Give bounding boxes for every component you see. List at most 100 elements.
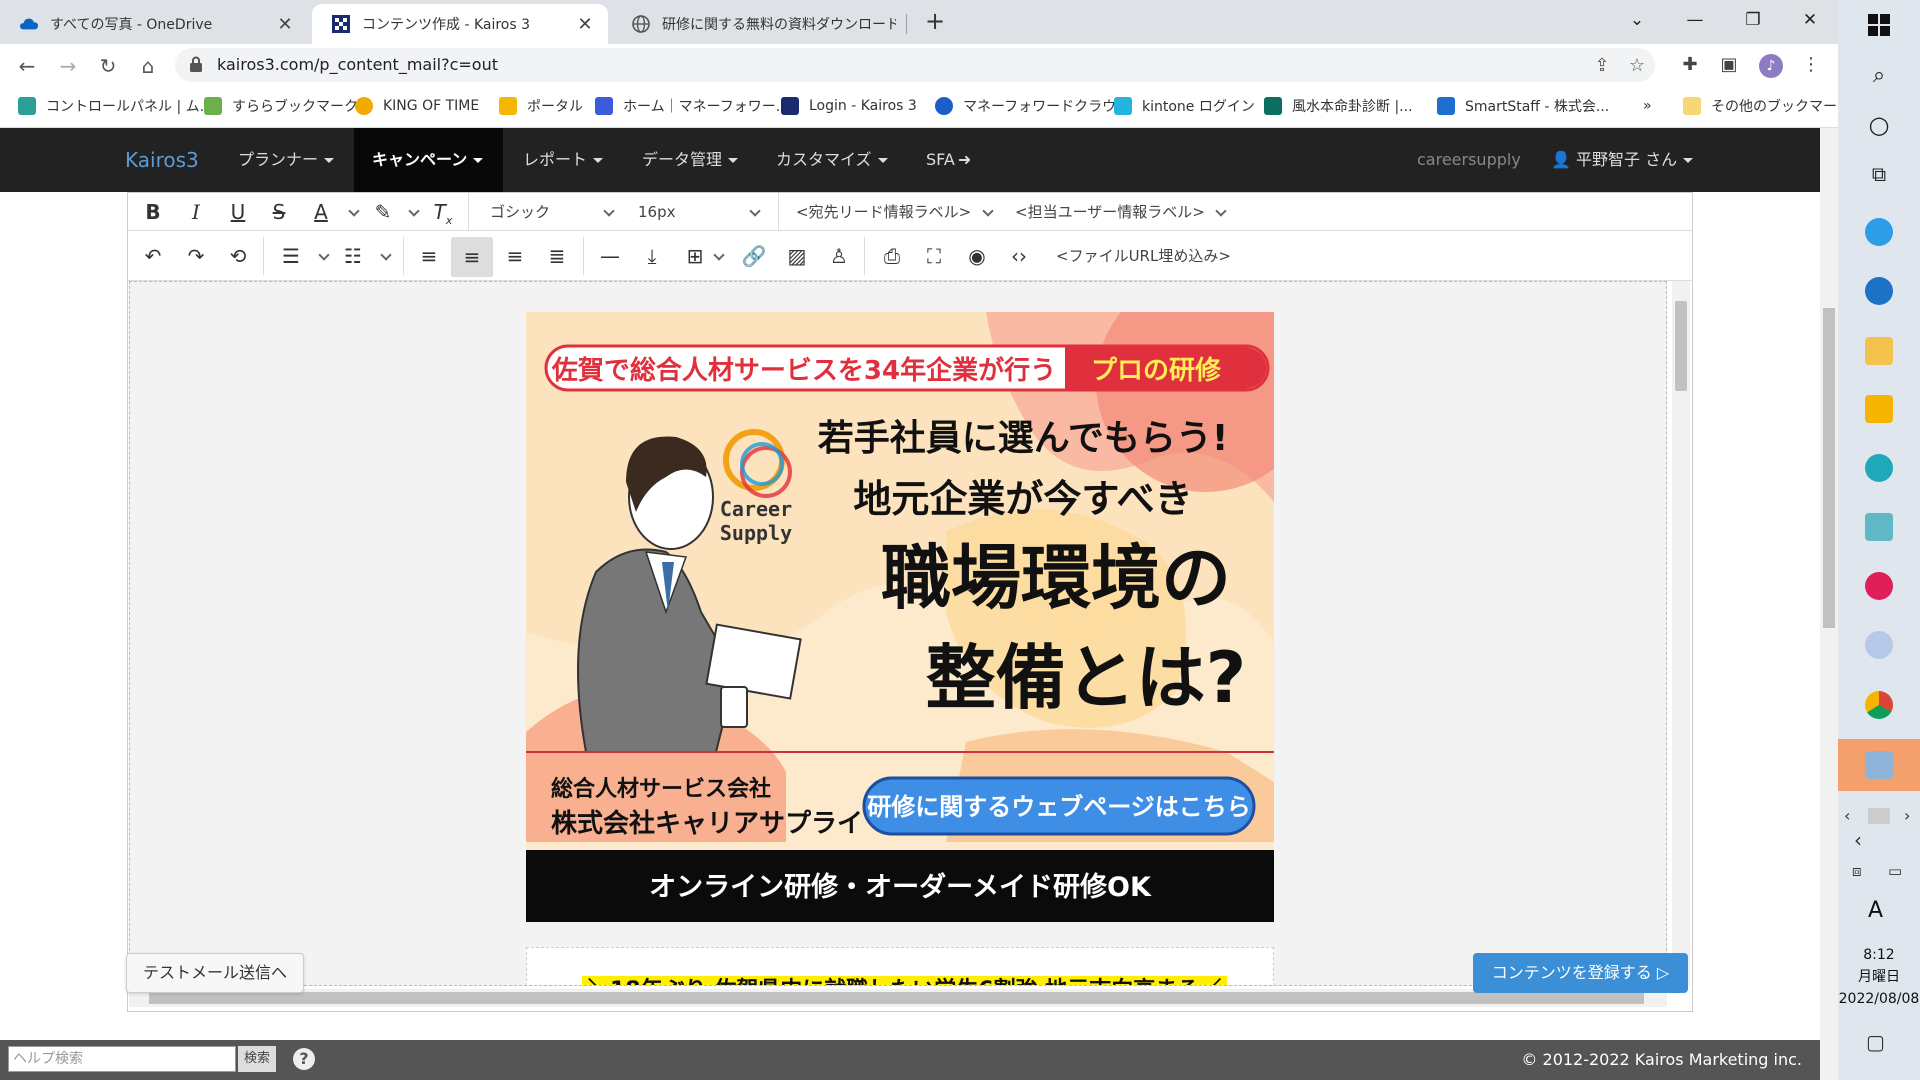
tab-close-icon[interactable]: ✕ [574,14,596,35]
nav-data-management[interactable]: データ管理 [624,128,756,192]
help-search-button[interactable]: 検索 [238,1046,276,1072]
menu-icon[interactable]: ⋮ [1798,52,1824,78]
font-family-select[interactable]: ゴシック [490,197,610,227]
side-panel-icon[interactable]: ▣ [1716,52,1742,78]
reload-icon[interactable]: ↻ [94,52,122,80]
bookmark-item[interactable]: ポータル [499,86,583,126]
file-explorer-icon[interactable] [1858,388,1900,430]
clear-format-icon[interactable]: Tx [428,197,458,227]
close-window-icon[interactable]: ✕ [1790,4,1830,36]
other-bookmarks-folder[interactable]: その他のブックマーク [1683,86,1851,126]
align-left-icon[interactable]: ≡ [414,241,444,271]
meet-now-icon[interactable]: ⧈ [1852,862,1862,880]
chevron-left-icon[interactable]: ‹ [1854,828,1862,852]
nav-campaign[interactable]: キャンペーン [354,128,503,192]
nav-sfa[interactable]: SFA ➜ [908,128,989,192]
chevron-down-icon[interactable] [348,205,360,217]
app-icon-blue[interactable] [1858,270,1900,312]
nav-customize[interactable]: カスタマイズ [758,128,906,192]
bookmark-item[interactable]: マネーフォワードクラウド [935,86,1130,126]
cortana-icon[interactable]: ○ [1858,104,1900,146]
windows-start-icon[interactable] [1858,4,1900,46]
bookmark-item[interactable]: SmartStaff - 株式会... [1437,86,1609,126]
battery-icon[interactable]: ▭ [1888,862,1902,880]
scrollbar-thumb[interactable] [1675,301,1687,391]
extensions-icon[interactable]: ✚ [1677,52,1703,78]
editor-canvas[interactable]: 佐賀で総合人材サービスを34年企業が行う プロの研修 Career Supply… [129,281,1667,986]
user-menu[interactable]: 👤 平野智子 さん [1551,128,1694,192]
profile-avatar[interactable]: ♪ [1758,52,1784,78]
bold-icon[interactable]: B [138,197,168,227]
tab-training-download[interactable]: 研修に関する無料の資料ダウンロード [612,4,908,44]
chevron-down-icon[interactable] [380,249,392,261]
fullscreen-icon[interactable]: ⛶ [919,241,949,271]
taskbar-scroll-thumb[interactable] [1868,808,1890,824]
back-icon[interactable]: ← [13,52,41,80]
home-icon[interactable]: ⌂ [134,52,162,80]
insert-icon[interactable]: ⤓ [637,241,667,271]
internet-explorer-icon[interactable] [1858,211,1900,253]
address-bar[interactable]: kairos3.com/p_content_mail?c=out ⇪ ☆ [175,48,1655,82]
share-icon[interactable]: ⇪ [1591,55,1613,77]
scrollbar-thumb[interactable] [1823,308,1835,628]
highlight-icon[interactable]: ✎ [368,197,398,227]
app-icon-teal[interactable] [1858,506,1900,548]
print-icon[interactable]: ⎙ [877,241,907,271]
tab-search-icon[interactable]: ⌄ [1617,4,1657,36]
font-color-icon[interactable]: A [306,197,336,227]
image-icon[interactable]: ▨ [782,241,812,271]
scroll-right-icon[interactable]: › [1904,806,1910,825]
chevron-down-icon[interactable] [713,249,725,261]
underline-icon[interactable]: U [223,197,253,227]
active-app-icon[interactable] [1838,739,1920,791]
italic-icon[interactable]: I [181,197,211,227]
chevron-down-icon[interactable] [408,205,420,217]
notification-icon[interactable]: ▢ [1866,1030,1885,1054]
table-icon[interactable]: ⊞ [680,241,710,271]
horizontal-rule-icon[interactable]: — [595,241,625,271]
undo-icon[interactable]: ↶ [138,241,168,271]
search-icon[interactable]: ⌕ [1858,54,1900,96]
align-right-icon[interactable]: ≡ [500,241,530,271]
help-search-input[interactable]: ヘルプ検索 [8,1046,236,1072]
scrollbar-thumb[interactable] [149,992,1644,1004]
link-icon[interactable]: 🔗 [739,241,769,271]
test-mail-button[interactable]: テストメール送信へ [126,953,304,993]
nav-report[interactable]: レポート [505,128,621,192]
paint-icon[interactable] [1858,624,1900,666]
edge-icon[interactable] [1858,447,1900,489]
tab-close-icon[interactable]: ✕ [274,14,296,35]
bookmark-item[interactable]: コントロールパネル | ム... [18,86,213,126]
taskbar-clock[interactable]: 8:12 月曜日 2022/08/08 [1838,944,1920,1010]
bookmark-star-icon[interactable]: ☆ [1626,55,1648,77]
history-icon[interactable]: ⟲ [223,241,253,271]
chevron-down-icon[interactable] [749,205,761,217]
bookmark-item[interactable]: 風水本命卦診断 |... [1264,86,1413,126]
lock-icon[interactable] [189,56,203,72]
align-justify-icon[interactable]: ≣ [542,241,572,271]
onedrive-folder-icon[interactable] [1858,330,1900,372]
account-name[interactable]: careersupply [1417,128,1521,192]
bookmark-item[interactable]: KING OF TIME [355,86,479,126]
tab-kairos-content[interactable]: コンテンツ作成 - Kairos 3 ✕ [312,4,608,44]
strikethrough-icon[interactable]: S [264,197,294,227]
lead-info-label-select[interactable]: <宛先リード情報ラベル> [796,197,971,227]
file-url-embed[interactable]: <ファイルURL埋め込み> [1056,241,1231,271]
stamp-icon[interactable]: ♙ [824,241,854,271]
bookmark-item[interactable]: kintone ログイン [1114,86,1255,126]
editor-vertical-scrollbar[interactable] [1672,281,1690,986]
redo-icon[interactable]: ↷ [181,241,211,271]
new-tab-button[interactable]: + [920,6,950,36]
align-center-icon[interactable]: ≡ [451,237,493,277]
page-scrollbar[interactable] [1820,128,1838,1080]
editor-horizontal-scrollbar[interactable] [129,989,1667,1007]
help-question-icon[interactable]: ? [293,1048,315,1070]
nav-planner[interactable]: プランナー [220,128,352,192]
chevron-down-icon[interactable] [318,249,330,261]
task-view-icon[interactable]: ⧉ [1858,153,1900,195]
font-size-select[interactable]: 16px [638,197,748,227]
chrome-icon[interactable] [1858,684,1900,726]
register-content-button[interactable]: コンテンツを登録する ▷ [1473,953,1688,993]
bookmarks-overflow-button[interactable]: » [1643,86,1652,126]
chevron-down-icon[interactable] [982,205,994,217]
